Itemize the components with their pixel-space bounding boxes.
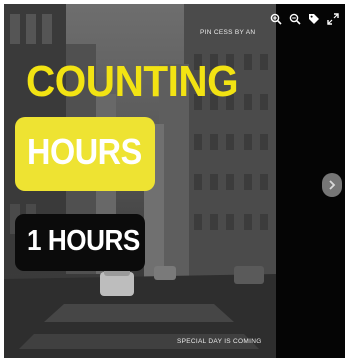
image-viewer: PIN CESS BY AN COUNTING HOURS 1 HOURS SP… bbox=[4, 4, 345, 358]
countdown-box: 1 HOURS bbox=[15, 214, 145, 271]
zoom-in-icon[interactable] bbox=[269, 13, 282, 26]
viewer-toolbar bbox=[269, 10, 345, 28]
street-photo: PIN CESS BY AN COUNTING HOURS 1 HOURS SP… bbox=[4, 4, 276, 358]
countdown-value: 1 HOURS bbox=[27, 225, 140, 257]
hours-label-box: HOURS bbox=[15, 117, 155, 191]
hours-label: HOURS bbox=[27, 131, 142, 172]
photo-credit: PIN CESS BY AN bbox=[200, 29, 256, 36]
heading-counting: COUNTING bbox=[26, 57, 239, 106]
chevron-right-icon bbox=[329, 180, 336, 190]
tag-icon[interactable] bbox=[307, 13, 320, 26]
footer-caption: SPECIAL DAY IS COMING bbox=[177, 338, 262, 345]
zoom-out-icon[interactable] bbox=[288, 13, 301, 26]
expand-icon[interactable] bbox=[326, 13, 339, 26]
next-image-button[interactable] bbox=[322, 173, 342, 197]
